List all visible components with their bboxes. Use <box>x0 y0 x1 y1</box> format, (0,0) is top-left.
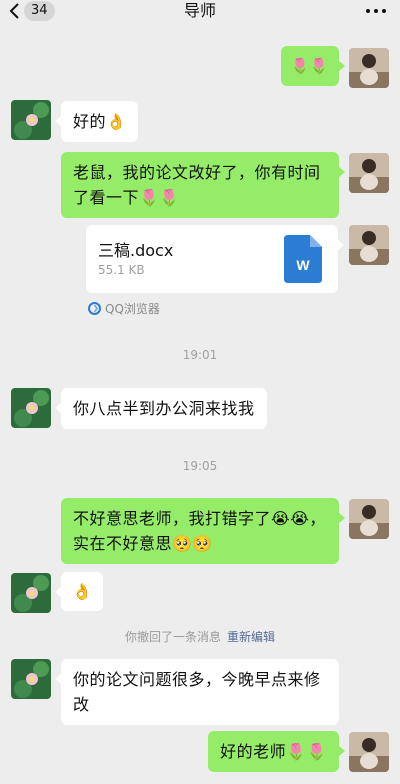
my-avatar[interactable] <box>349 48 389 88</box>
timestamp: 19:01 <box>182 348 218 362</box>
title-bar: 34 导师 <box>0 0 400 22</box>
file-message-card[interactable]: 三稿.docx 55.1 KB W <box>86 225 344 293</box>
my-avatar[interactable] <box>349 153 389 193</box>
recall-notice: 你撤回了一条消息 重新编辑 <box>124 630 276 644</box>
my-avatar[interactable] <box>349 732 389 772</box>
dot-icon <box>374 9 378 13</box>
contact-avatar[interactable] <box>11 100 51 140</box>
re-edit-link[interactable]: 重新编辑 <box>227 630 275 644</box>
message-bubble-sent[interactable]: 🌷🌷 <box>280 46 346 86</box>
my-avatar[interactable] <box>349 225 389 265</box>
chat-title: 导师 <box>183 1 216 20</box>
qq-browser-icon <box>88 302 101 315</box>
file-source: QQ浏览器 <box>88 300 160 317</box>
word-document-icon: W <box>284 235 322 283</box>
message-bubble-received[interactable]: 你的论文问题很多，今晚早点来修 改 <box>55 659 339 725</box>
file-size: 55.1 KB <box>98 263 145 277</box>
dot-icon <box>382 9 386 13</box>
svg-text:W: W <box>296 257 310 273</box>
message-bubble-sent[interactable]: 老鼠，我的论文改好了，你有时间 了看一下🌷🌷 <box>61 152 345 218</box>
my-avatar[interactable] <box>349 499 389 539</box>
message-bubble-sent[interactable]: 不好意思老师，我打错字了😭😭， 实在不好意思🥺🥺 <box>61 498 345 564</box>
more-options-button[interactable] <box>366 0 386 22</box>
contact-avatar[interactable] <box>11 388 51 428</box>
message-bubble-received[interactable]: 好的👌 <box>54 101 139 142</box>
timestamp: 19:05 <box>182 459 218 473</box>
message-bubble-received[interactable]: 你八点半到办公洞来找我 <box>55 388 267 429</box>
dot-icon <box>366 9 370 13</box>
file-name: 三稿.docx <box>98 241 174 260</box>
contact-avatar[interactable] <box>11 659 51 699</box>
contact-avatar[interactable] <box>11 573 51 613</box>
message-bubble-received[interactable]: 👌 <box>54 572 104 611</box>
message-bubble-sent[interactable]: 好的老师🌷🌷 <box>208 731 345 772</box>
